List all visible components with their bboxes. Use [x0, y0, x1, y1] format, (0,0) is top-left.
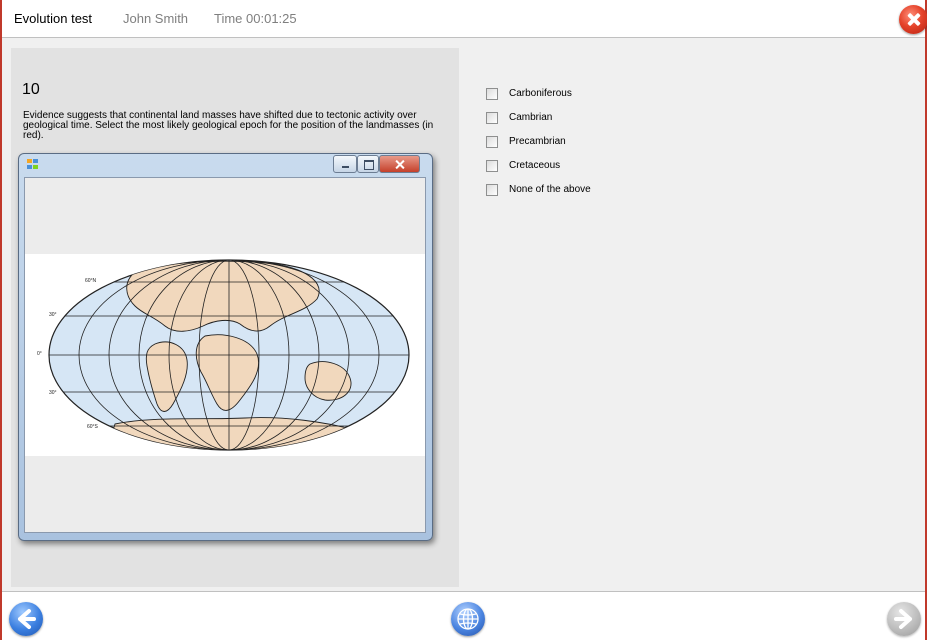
- option-label: Carboniferous: [509, 88, 572, 99]
- option-label: Cretaceous: [509, 160, 561, 171]
- option-none-of-the-above[interactable]: None of the above: [486, 182, 686, 206]
- window-client-area: 60°N 30° 0° 30° 60°S: [24, 177, 426, 533]
- checkbox[interactable]: [486, 88, 498, 100]
- globe-icon[interactable]: [451, 602, 485, 636]
- test-title: Evolution test: [14, 11, 93, 26]
- option-cambrian[interactable]: Cambrian: [486, 110, 686, 134]
- lat-label-0: 0°: [37, 351, 42, 357]
- option-cretaceous[interactable]: Cretaceous: [486, 158, 686, 182]
- user-name: John Smith: [123, 11, 189, 26]
- window-minimize-button[interactable]: [333, 155, 357, 173]
- checkbox[interactable]: [486, 184, 498, 196]
- window-maximize-button[interactable]: [357, 155, 379, 173]
- world-map: 60°N 30° 0° 30° 60°S: [25, 254, 425, 456]
- option-precambrian[interactable]: Precambrian: [486, 134, 686, 158]
- lat-label-30s: 30°: [49, 390, 57, 396]
- checkbox[interactable]: [486, 136, 498, 148]
- landmasses: [49, 260, 409, 450]
- checkbox[interactable]: [486, 160, 498, 172]
- paleogeographic-map: 60°N 30° 0° 30° 60°S: [37, 259, 410, 451]
- lat-label-60s: 60°S: [87, 424, 99, 430]
- close-icon[interactable]: [899, 5, 927, 34]
- timer: Time 00:01:25: [214, 11, 297, 26]
- question-number: 10: [22, 81, 40, 98]
- image-window: 60°N 30° 0° 30° 60°S: [18, 153, 433, 541]
- app-icon: [27, 159, 39, 170]
- back-arrow-icon[interactable]: [9, 602, 43, 636]
- option-label: Precambrian: [509, 136, 566, 147]
- option-carboniferous[interactable]: Carboniferous: [486, 86, 686, 110]
- window-close-button[interactable]: [379, 155, 420, 173]
- lat-label-30: 30°: [49, 312, 57, 318]
- next-arrow-icon[interactable]: [887, 602, 921, 636]
- answer-options: Carboniferous Cambrian Precambrian Creta…: [486, 86, 686, 206]
- footer-bar: [2, 591, 925, 640]
- option-label: Cambrian: [509, 112, 553, 123]
- checkbox[interactable]: [486, 112, 498, 124]
- option-label: None of the above: [509, 184, 591, 195]
- header-bar: Evolution test John Smith Time 00:01:25: [2, 0, 927, 38]
- lat-label-60n: 60°N: [85, 278, 97, 284]
- question-panel: 10 Evidence suggests that continental la…: [11, 48, 459, 587]
- question-text: Evidence suggests that continental land …: [23, 110, 434, 141]
